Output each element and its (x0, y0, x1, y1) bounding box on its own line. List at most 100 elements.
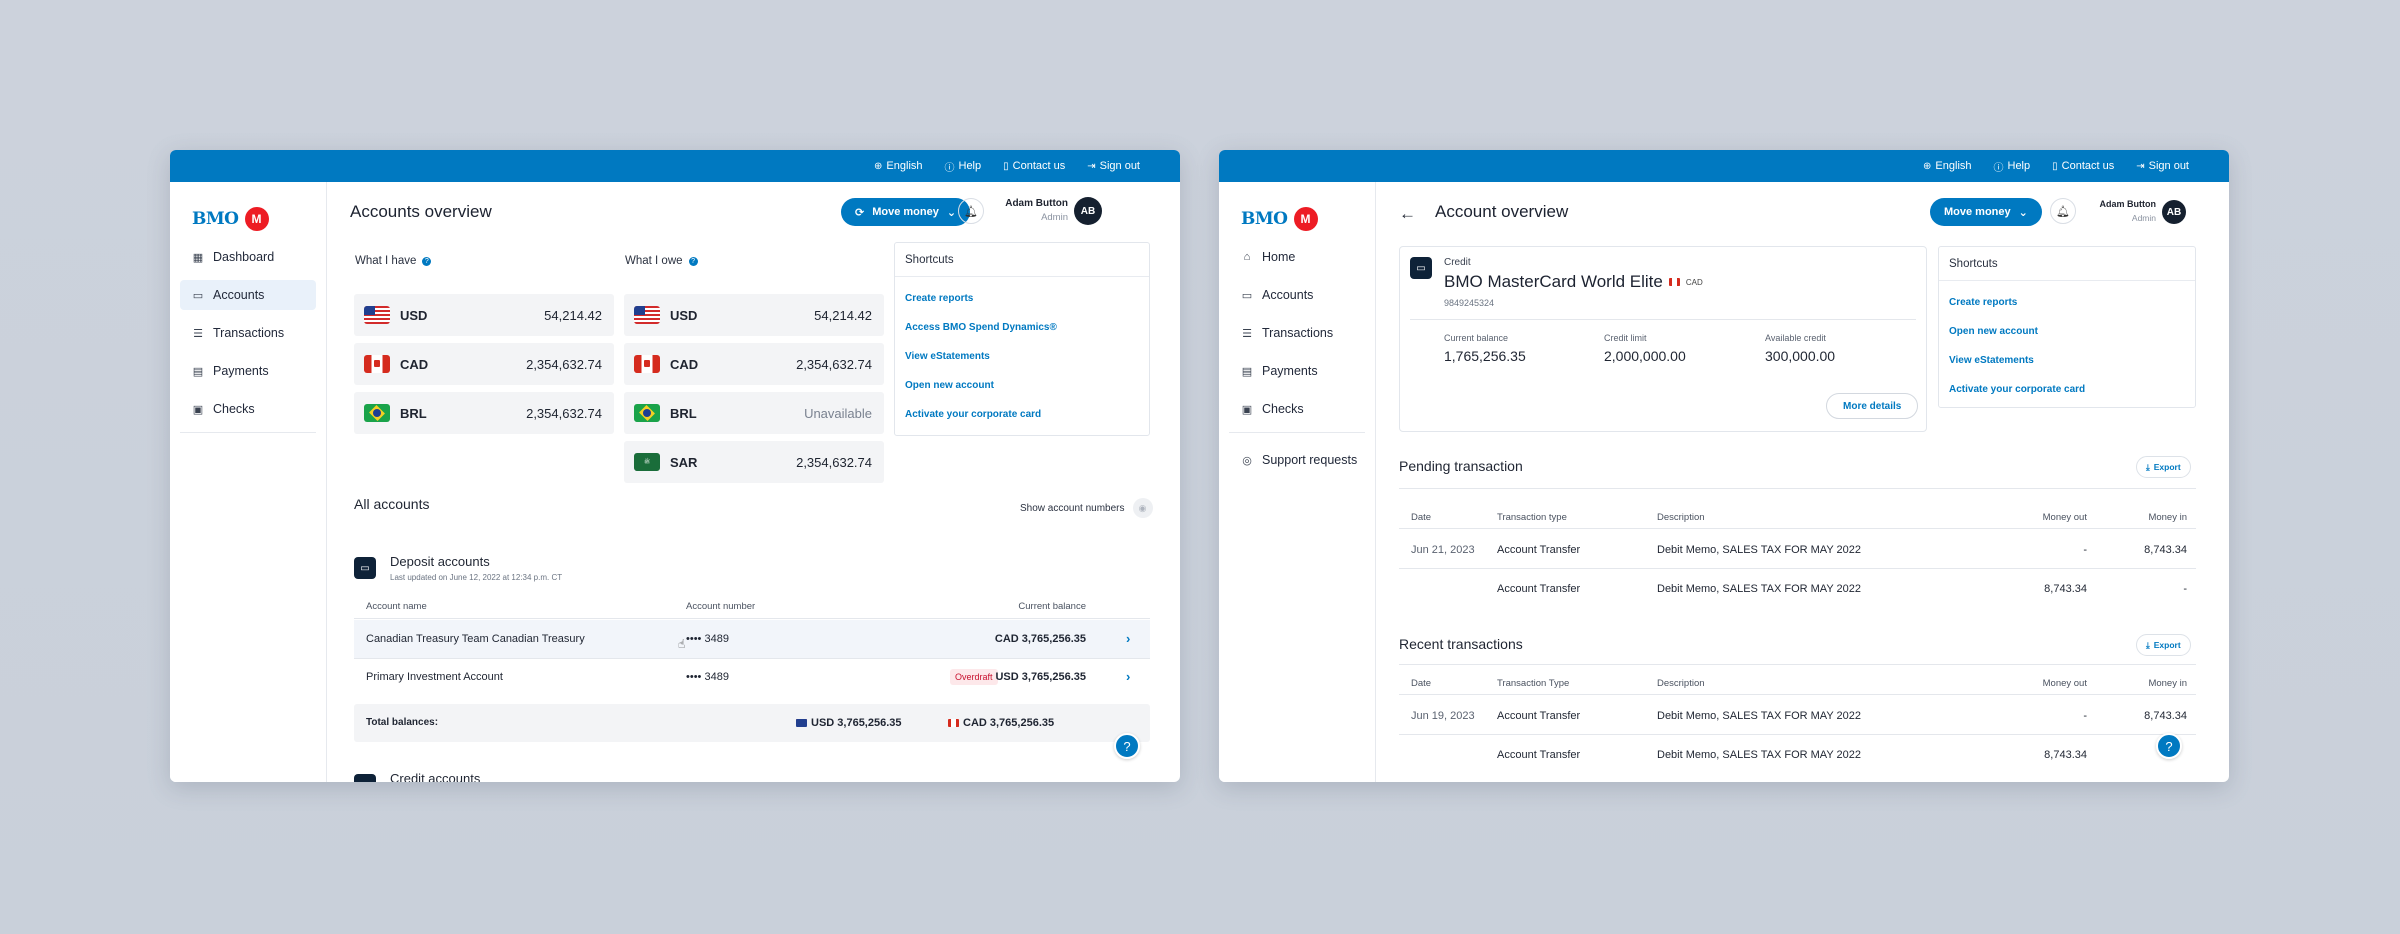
txn-money-out: 8,743.34 (2044, 583, 2087, 595)
sidebar-item-payments[interactable]: ▤ Payments (1229, 356, 1365, 386)
notifications-bell-icon[interactable]: 🔔︎ (2050, 198, 2076, 224)
shortcut-open-account[interactable]: Open new account (895, 371, 1149, 400)
help-chat-button[interactable]: ? (1114, 733, 1140, 759)
page-title: Accounts overview (350, 202, 492, 221)
shortcut-create-reports[interactable]: Create reports (1939, 288, 2195, 317)
signout-icon: ⇥ (2136, 160, 2145, 172)
available-credit-value: 300,000.00 (1765, 348, 1836, 364)
sidebar-item-dashboard[interactable]: ▦ Dashboard (180, 242, 316, 272)
kpi-label: Credit limit (1604, 333, 1647, 343)
balance-brl-owe[interactable]: BRL Unavailable (624, 392, 884, 434)
grid-icon: ▦ (192, 251, 204, 264)
credit-limit-value: 2,000,000.00 (1604, 348, 1686, 364)
col-date: Date (1411, 678, 1432, 689)
language-link[interactable]: ⊕ English (874, 160, 922, 172)
sidebar-item-payments[interactable]: ▤ Payments (180, 356, 316, 386)
more-details-button[interactable]: More details (1826, 393, 1919, 419)
balance-brl-have[interactable]: BRL 2,354,632.74 (354, 392, 614, 434)
txn-type: Account Transfer (1497, 710, 1581, 722)
globe-icon: ⊕ (874, 160, 883, 172)
brazil-flag-icon (634, 404, 660, 422)
total-usd: USD 3,765,256.35 (796, 717, 902, 729)
shortcut-spend-dynamics[interactable]: Access BMO Spend Dynamics® (895, 313, 1149, 342)
shortcut-view-estatements[interactable]: View eStatements (895, 342, 1149, 371)
eye-icon[interactable]: ◉ (1132, 498, 1153, 518)
balance-usd-have[interactable]: USD 54,214.42 (354, 294, 614, 336)
shortcut-create-reports[interactable]: Create reports (895, 284, 1149, 313)
balance-cad-have[interactable]: CAD 2,354,632.74 (354, 343, 614, 385)
move-money-button[interactable]: ⟳ Move money ⌄ (841, 198, 971, 226)
us-flag-icon (634, 306, 660, 324)
bmo-roundel-icon: M (1293, 206, 1318, 231)
info-icon[interactable]: ? (688, 256, 698, 266)
chevron-right-icon[interactable]: › (1126, 669, 1130, 684)
balance-usd-owe[interactable]: USD 54,214.42 (624, 294, 884, 336)
chevron-right-icon[interactable]: › (1126, 631, 1130, 646)
sidebar-item-transactions[interactable]: ☰ Transactions (180, 318, 316, 348)
contact-link[interactable]: ▯ Contact us (1003, 160, 1065, 172)
phone-icon: ▯ (2052, 160, 2058, 172)
deposit-accounts-title: Deposit accounts (390, 554, 490, 569)
sidebar-item-checks[interactable]: ▣ Checks (180, 394, 316, 424)
row-divider (1399, 568, 2196, 569)
col-transaction-type: Transaction Type (1497, 678, 1570, 689)
sidebar-item-home[interactable]: ⌂ Home (1229, 242, 1365, 272)
bmo-logo[interactable]: BMO M (170, 182, 326, 238)
txn-description: Debit Memo, SALES TAX FOR MAY 2022 (1657, 544, 1861, 556)
help-chat-button[interactable]: ? (2156, 733, 2182, 759)
shortcut-view-estatements[interactable]: View eStatements (1939, 346, 2195, 375)
row-divider (1399, 734, 2196, 735)
sidebar-item-support[interactable]: ◎ Support requests (1229, 445, 1365, 475)
sidebar-item-accounts[interactable]: ▭ Accounts (180, 280, 316, 310)
canada-flag-icon (1668, 278, 1680, 286)
account-overview-window: ⊕ English ⓘ Help ▯ Contact us ⇥ Sign out BMO… (1219, 150, 2229, 782)
sidebar-divider (1229, 432, 1365, 433)
col-description: Description (1657, 678, 1705, 689)
txn-description: Debit Memo, SALES TAX FOR MAY 2022 (1657, 710, 1861, 722)
sidebar: BMO M ▦ Dashboard ▭ Accounts ☰ Transactions… (170, 182, 327, 782)
account-name: Canadian Treasury Team Canadian Treasury (366, 633, 585, 645)
txn-money-in: 8,743.34 (2144, 710, 2187, 722)
shortcuts-panel: Shortcuts Create reports Open new accoun… (1938, 246, 2196, 408)
sidebar-item-transactions[interactable]: ☰ Transactions (1229, 318, 1365, 348)
balance-cad-owe[interactable]: CAD 2,354,632.74 (624, 343, 884, 385)
col-account-number: Account number (686, 601, 756, 612)
help-icon: ⓘ (944, 162, 955, 174)
avatar[interactable]: AB (2162, 200, 2186, 224)
txn-date: Jun 21, 2023 (1411, 544, 1475, 556)
shortcuts-panel: Shortcuts Create reports Access BMO Spen… (894, 242, 1150, 436)
notifications-bell-icon[interactable]: 🔔︎ (958, 198, 984, 224)
bmo-logo[interactable]: BMO M (1219, 182, 1375, 238)
balance-sar-owe[interactable]: ﷺ SAR 2,354,632.74 (624, 441, 884, 483)
txn-money-in: - (2183, 583, 2187, 595)
txn-type: Account Transfer (1497, 749, 1581, 761)
help-link[interactable]: ⓘ Help (945, 159, 982, 174)
kpi-label: Available credit (1765, 333, 1826, 343)
brazil-flag-icon (364, 404, 390, 422)
avatar[interactable]: AB (1074, 197, 1102, 225)
shortcut-activate-card[interactable]: Activate your corporate card (895, 400, 1149, 429)
info-icon[interactable]: ? (422, 256, 432, 266)
move-money-button[interactable]: Move money ⌄ (1930, 198, 2042, 226)
export-button[interactable]: ⤓ Export (2136, 634, 2191, 656)
txn-description: Debit Memo, SALES TAX FOR MAY 2022 (1657, 749, 1861, 761)
help-link[interactable]: ⓘ Help (1994, 159, 2031, 174)
back-arrow-icon[interactable]: ← (1399, 204, 1416, 224)
signout-link[interactable]: ⇥ Sign out (2136, 160, 2189, 172)
list-icon: ☰ (1242, 327, 1252, 340)
credit-card-summary: ▭ Credit BMO MasterCard World Elite CAD 9… (1399, 246, 1927, 432)
col-date: Date (1411, 512, 1432, 523)
signout-link[interactable]: ⇥ Sign out (1087, 160, 1140, 172)
deposit-wallet-icon: ▭ (354, 557, 376, 579)
shortcut-activate-card[interactable]: Activate your corporate card (1939, 375, 2195, 404)
globe-icon: ⊕ (1923, 160, 1932, 172)
sidebar-item-checks[interactable]: ▣ Checks (1229, 394, 1365, 424)
show-account-numbers-toggle[interactable]: Show account numbers ◉ (1020, 498, 1153, 518)
language-link[interactable]: ⊕ English (1923, 160, 1971, 172)
home-icon: ⌂ (1243, 251, 1251, 263)
shortcut-open-account[interactable]: Open new account (1939, 317, 2195, 346)
contact-link[interactable]: ▯ Contact us (2052, 160, 2114, 172)
what-i-owe-label: What I owe? (625, 255, 698, 267)
sidebar-item-accounts[interactable]: ▭ Accounts (1229, 280, 1365, 310)
export-button[interactable]: ⤓ Export (2136, 456, 2191, 478)
